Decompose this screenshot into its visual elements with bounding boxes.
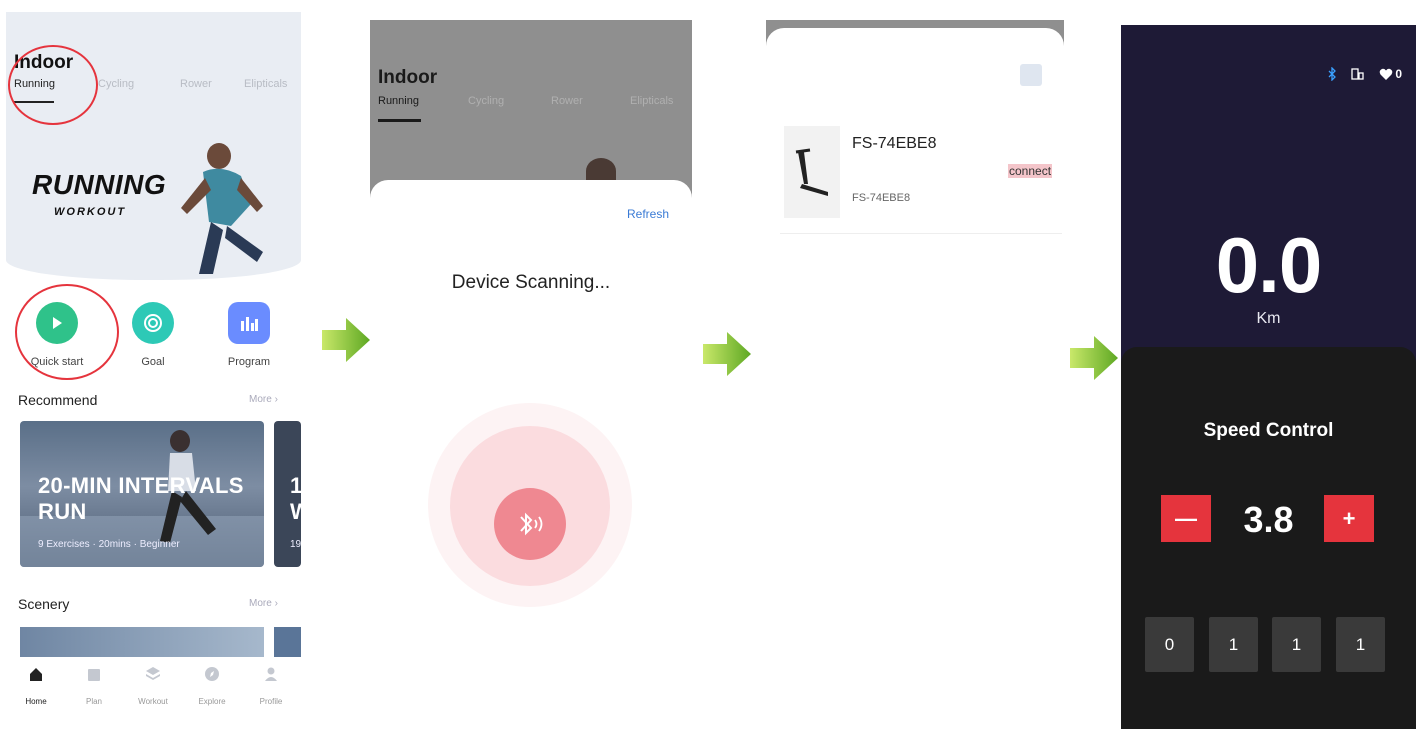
preset-key[interactable]: 1 (1336, 617, 1385, 672)
user-icon (265, 667, 277, 681)
tab-running[interactable]: Running (378, 95, 419, 107)
preset-key[interactable]: 1 (1209, 617, 1258, 672)
close-icon[interactable] (1020, 64, 1042, 86)
compass-icon (205, 667, 219, 681)
more-label: More (249, 394, 272, 405)
nav-explore[interactable]: Explore (187, 666, 237, 706)
refresh-button[interactable]: Refresh (627, 207, 669, 221)
nav-workout[interactable]: Workout (128, 666, 178, 706)
device-thumbnail (784, 126, 840, 218)
speed-increase-button[interactable]: + (1324, 495, 1374, 542)
speed-control-title: Speed Control (1203, 420, 1334, 441)
bluetooth-icon (520, 512, 543, 536)
chart-bars-icon (228, 302, 270, 344)
scenery-title: Scenery (18, 596, 70, 612)
nav-label: Profile (259, 697, 283, 706)
card-meta: 19 (290, 539, 301, 550)
goal-label: Goal (141, 356, 165, 368)
nav-plan[interactable]: Plan (69, 666, 119, 706)
chevron-right-icon: › (274, 394, 278, 405)
tab-cycling[interactable]: Cycling (98, 78, 134, 90)
highlight-circle (15, 284, 119, 380)
card-title: 1 W (290, 473, 301, 524)
bluetooth-icon (1328, 67, 1337, 81)
layers-icon (146, 667, 160, 680)
tab-elipticals[interactable]: Elipticals (630, 95, 673, 107)
card-meta: 9 Exercises · 20mins · Beginner (38, 539, 180, 550)
workout-card[interactable]: 20-MIN INTERVALS RUN 9 Exercises · 20min… (20, 421, 264, 567)
connect-button[interactable]: connect (1008, 164, 1053, 178)
nav-label: Home (25, 697, 47, 706)
speed-decrease-button[interactable]: — (1161, 495, 1211, 542)
tab-cycling[interactable]: Cycling (468, 95, 504, 107)
device-icon (1351, 68, 1364, 80)
recommend-more-link[interactable]: More › (249, 394, 278, 405)
arrow-right-icon (1070, 336, 1118, 380)
program-button[interactable]: Program (214, 302, 284, 368)
page-title: Indoor (378, 67, 438, 88)
nav-home[interactable]: Home (11, 666, 61, 706)
bottom-nav: Home Plan Workout Explore Profile (6, 666, 301, 716)
scan-screen: Indoor Running Cycling Rower Elipticals … (370, 20, 692, 729)
highlight-circle (8, 45, 98, 125)
device-list-screen: FS-74EBE8 FS-74EBE8 connect (766, 20, 1064, 729)
arrow-right-icon (703, 332, 751, 376)
distance-unit: Km (1256, 310, 1281, 327)
preset-key[interactable]: 0 (1145, 617, 1194, 672)
tab-indicator (378, 119, 421, 122)
device-name: FS-74EBE8 (852, 135, 937, 152)
tab-rower[interactable]: Rower (180, 78, 212, 90)
treadmill-icon (795, 148, 828, 196)
card-title: 20-MIN INTERVALS RUN (38, 473, 244, 524)
program-label: Program (227, 356, 271, 368)
speed-value: 3.8 (1243, 499, 1294, 540)
hero-title: RUNNING (32, 169, 167, 200)
distance-value: 0.0 (1215, 221, 1322, 309)
calendar-icon (88, 669, 100, 681)
heart-icon (1380, 68, 1393, 80)
nav-label: Workout (138, 697, 168, 706)
home-screen: Indoor Running Cycling Rower Elipticals … (6, 12, 301, 716)
scan-status: Device Scanning... (451, 272, 611, 293)
nav-profile[interactable]: Profile (246, 666, 296, 706)
hero-subtitle: WORKOUT (54, 206, 127, 218)
nav-label: Plan (85, 697, 102, 706)
home-icon (30, 668, 42, 681)
recommend-title: Recommend (18, 392, 98, 408)
status-icons: 0 (1327, 67, 1402, 81)
bluetooth-scan-button[interactable] (494, 488, 566, 560)
workout-screen: 0 0.0 Km Speed Control — 3.8 + 0 1 1 1 (1121, 25, 1416, 729)
device-list-item[interactable]: FS-74EBE8 FS-74EBE8 connect (780, 120, 1062, 234)
heart-count: 0 (1395, 67, 1402, 81)
heart-rate-indicator: 0 (1379, 67, 1402, 81)
scenery-card[interactable] (274, 627, 301, 657)
scenery-more-link[interactable]: More › (249, 598, 278, 609)
tab-elipticals[interactable]: Elipticals (244, 78, 287, 90)
device-id: FS-74EBE8 (852, 192, 911, 204)
arrow-right-icon (322, 318, 370, 362)
preset-key[interactable]: 1 (1272, 617, 1321, 672)
tab-rower[interactable]: Rower (551, 95, 583, 107)
runner-image (181, 143, 263, 274)
goal-button[interactable]: Goal (118, 302, 188, 368)
chevron-right-icon: › (274, 598, 278, 609)
workout-card[interactable]: 1 W 19 (274, 421, 301, 567)
more-label: More (249, 598, 272, 609)
target-icon (132, 302, 174, 344)
nav-label: Explore (198, 697, 226, 706)
scenery-card[interactable] (20, 627, 264, 657)
